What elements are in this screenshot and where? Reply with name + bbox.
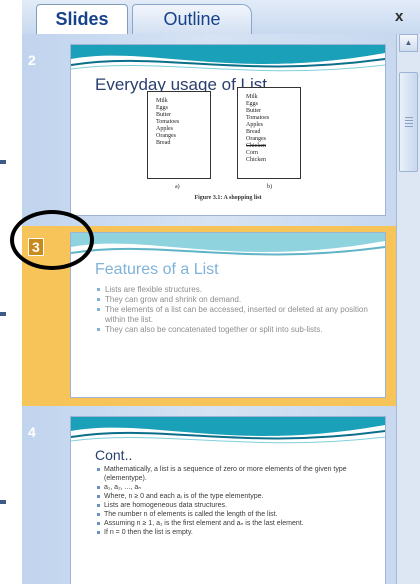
list-label-a: a) (175, 184, 180, 190)
bullet-list: Mathematically, a list is a sequence of … (97, 465, 379, 537)
margin-mark (0, 160, 6, 164)
annotation-circle (10, 210, 94, 270)
close-pane-icon[interactable]: x (395, 8, 403, 25)
slide-number: 2 (28, 52, 36, 68)
slide-number: 4 (28, 424, 36, 440)
scrollbar-thumb[interactable] (399, 72, 418, 172)
bullet-item: Where, n ≥ 0 and each aᵢ is of the type … (97, 492, 379, 501)
grip-line (405, 123, 413, 124)
tab-slides[interactable]: Slides (36, 4, 128, 34)
bullet-item: The number n of elements is called the l… (97, 510, 379, 519)
bullet-item: They can grow and shrink on demand. (97, 295, 377, 305)
slide-title: Cont.. (95, 447, 133, 463)
grip-line (405, 117, 413, 118)
bullet-item: a₁, a₂, ..., aₙ (97, 483, 379, 492)
bullet-item: Lists are flexible structures. (97, 285, 377, 295)
tab-outline[interactable]: Outline (132, 4, 252, 34)
bullet-list: Lists are flexible structures. They can … (97, 285, 377, 335)
tab-bar: Slides Outline (22, 0, 420, 34)
bullet-item: If n = 0 then the list is empty. (97, 528, 379, 537)
left-margin (0, 0, 22, 584)
figure-caption: Figure 3.1: A shopping list (194, 195, 262, 201)
scroll-up-button[interactable]: ▲ (399, 34, 418, 52)
margin-mark (0, 312, 6, 316)
grip-line (405, 126, 413, 127)
slide-title: Features of a List (95, 261, 219, 278)
bullet-item: The elements of a list can be accessed, … (97, 305, 377, 325)
margin-mark (0, 500, 6, 504)
grip-line (405, 120, 413, 121)
slide-thumbnail-2[interactable]: Everyday usage of List Milk Eggs Butter To… (70, 44, 386, 216)
slide-thumbnail-3[interactable]: Features of a List Lists are flexible st… (70, 232, 386, 398)
bullet-item: Mathematically, a list is a sequence of … (97, 465, 379, 483)
list-label-b: b) (267, 184, 272, 190)
bullet-item: Assuming n ≥ 1, a₁ is the first element … (97, 519, 379, 528)
bullet-item: Lists are homogeneous data structures. (97, 501, 379, 510)
bullet-item: They can also be concatenated together o… (97, 325, 377, 335)
shopping-list-b: Milk Eggs Butter Tomatoes Apples Bread Oran… (237, 87, 301, 179)
slide-thumbnail-4[interactable]: Cont.. Mathematically, a list is a seque… (70, 416, 386, 584)
vertical-scrollbar[interactable]: ▲ (396, 34, 420, 584)
shopping-list-a: Milk Eggs Butter Tomatoes Apples Oranges Br… (147, 91, 211, 179)
